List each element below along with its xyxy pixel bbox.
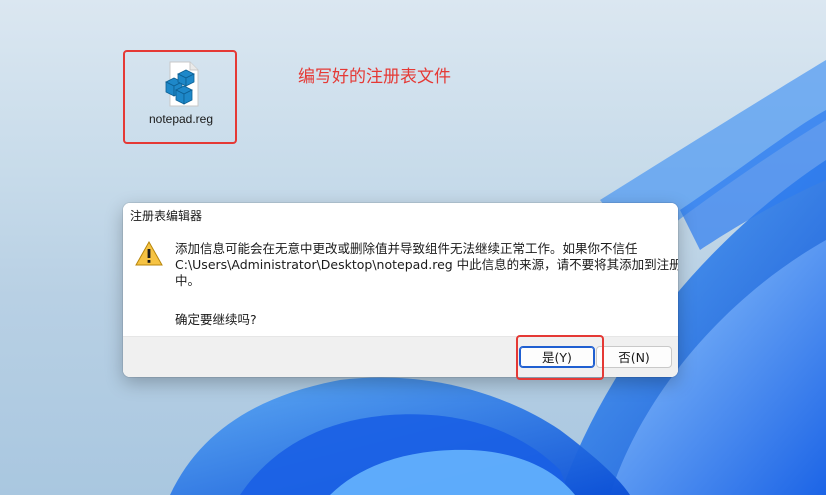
no-button[interactable]: 否(N) [596,346,672,368]
dialog-titlebar[interactable]: 注册表编辑器 [123,203,678,227]
desktop-file-notepad-reg[interactable]: notepad.reg [135,60,227,138]
dialog-message: 添加信息可能会在无意中更改或删除值并导致组件无法继续正常工作。如果你不信任 C:… [175,241,678,289]
message-line: 添加信息可能会在无意中更改或删除值并导致组件无法继续正常工作。如果你不信任 [175,241,638,256]
annotation-text: 编写好的注册表文件 [298,67,451,87]
dialog-title: 注册表编辑器 [130,208,203,223]
dialog-body: 添加信息可能会在无意中更改或删除值并导致组件无法继续正常工作。如果你不信任 C:… [123,227,678,337]
message-line: C:\Users\Administrator\Desktop\notepad.r… [175,257,678,272]
dialog-question: 确定要继续吗? [175,312,257,327]
file-icon-label: notepad.reg [148,112,214,126]
registry-file-icon [165,61,199,107]
yes-button-highlight-box [516,335,604,380]
message-line: 中。 [175,273,201,288]
warning-icon [135,241,163,266]
